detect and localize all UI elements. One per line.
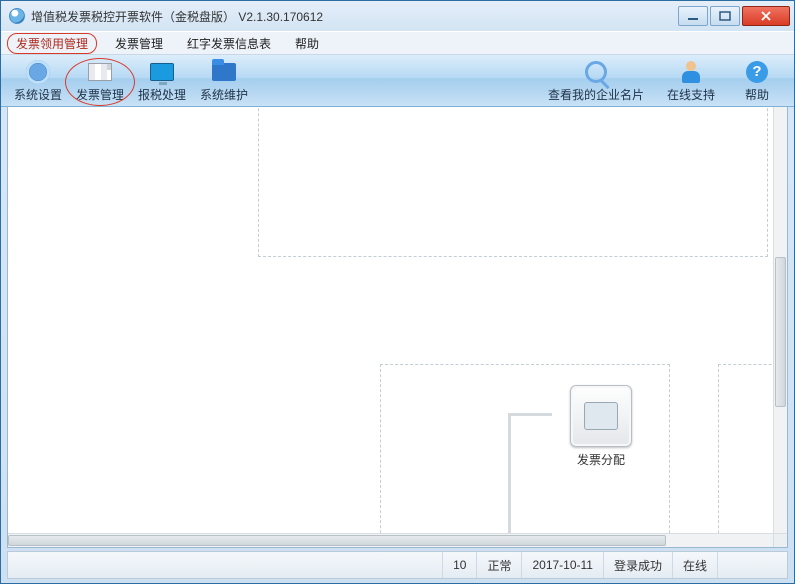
flow-canvas[interactable]: 发票分配 ⇄ 发票读入 库存查询 发票填 ➔ ➔ (8, 107, 773, 533)
status-date: 2017-10-11 (521, 552, 603, 578)
titlebar: 增值税发票税控开票软件（金税盘版） V2.1.30.170612 (1, 1, 794, 31)
scroll-corner (773, 533, 787, 547)
maximize-button[interactable] (710, 6, 740, 26)
dashed-group-right (718, 364, 773, 533)
menu-invoice-procurement[interactable]: 发票领用管理 (7, 33, 97, 54)
magnifier-icon (583, 59, 609, 85)
app-window: 增值税发票税控开票软件（金税盘版） V2.1.30.170612 发票领用管理 … (0, 0, 795, 584)
vertical-scroll-thumb[interactable] (775, 257, 786, 407)
tool-label: 查看我的企业名片 (548, 86, 644, 103)
tool-label: 帮助 (745, 86, 769, 103)
tool-label: 系统维护 (200, 86, 248, 103)
menubar: 发票领用管理 发票管理 红字发票信息表 帮助 (1, 31, 794, 55)
status-count: 10 (442, 552, 476, 578)
tool-invoice-manage[interactable]: 发票管理 (69, 56, 131, 106)
monitor-icon (149, 59, 175, 85)
status-tail (717, 552, 787, 578)
close-button[interactable] (742, 6, 790, 26)
tool-system-settings[interactable]: 系统设置 (7, 56, 69, 106)
tool-label: 报税处理 (138, 86, 186, 103)
tool-tax-report[interactable]: 报税处理 (131, 56, 193, 106)
menu-help[interactable]: 帮助 (289, 33, 325, 54)
help-icon: ? (744, 59, 770, 85)
tool-label: 系统设置 (14, 86, 62, 103)
horizontal-scrollbar[interactable] (8, 533, 773, 547)
tool-system-maint[interactable]: 系统维护 (193, 56, 255, 106)
folder-gear-icon (211, 59, 237, 85)
document-icon (570, 385, 632, 447)
status-state: 正常 (476, 552, 521, 578)
horizontal-scroll-thumb[interactable] (8, 535, 666, 546)
dashed-group-top (258, 107, 768, 257)
status-net: 在线 (672, 552, 717, 578)
node-invoice-distribute[interactable]: 发票分配 (556, 385, 646, 468)
tool-label: 发票管理 (76, 86, 124, 103)
statusbar: 10 正常 2017-10-11 登录成功 在线 (7, 551, 788, 579)
toolbar: 系统设置 发票管理 报税处理 系统维护 查看我的企业名片 在线支持 ? 帮助 (1, 55, 794, 107)
vertical-scrollbar[interactable] (773, 107, 787, 533)
client-area: 发票分配 ⇄ 发票读入 库存查询 发票填 ➔ ➔ (7, 107, 788, 548)
person-icon (678, 59, 704, 85)
window-controls (676, 6, 790, 26)
grid-icon (87, 59, 113, 85)
tool-view-card[interactable]: 查看我的企业名片 (536, 56, 656, 106)
tool-online-support[interactable]: 在线支持 (656, 56, 726, 106)
gear-icon (25, 59, 51, 85)
menu-redletter-info[interactable]: 红字发票信息表 (181, 33, 277, 54)
app-icon (9, 8, 25, 24)
connector-top-h (508, 413, 552, 416)
tool-help[interactable]: ? 帮助 (726, 56, 788, 106)
node-label: 发票分配 (556, 451, 646, 468)
minimize-button[interactable] (678, 6, 708, 26)
connector-vert (508, 415, 511, 533)
status-login: 登录成功 (603, 552, 672, 578)
window-title: 增值税发票税控开票软件（金税盘版） V2.1.30.170612 (31, 8, 676, 25)
menu-invoice-manage[interactable]: 发票管理 (109, 33, 169, 54)
tool-label: 在线支持 (667, 86, 715, 103)
